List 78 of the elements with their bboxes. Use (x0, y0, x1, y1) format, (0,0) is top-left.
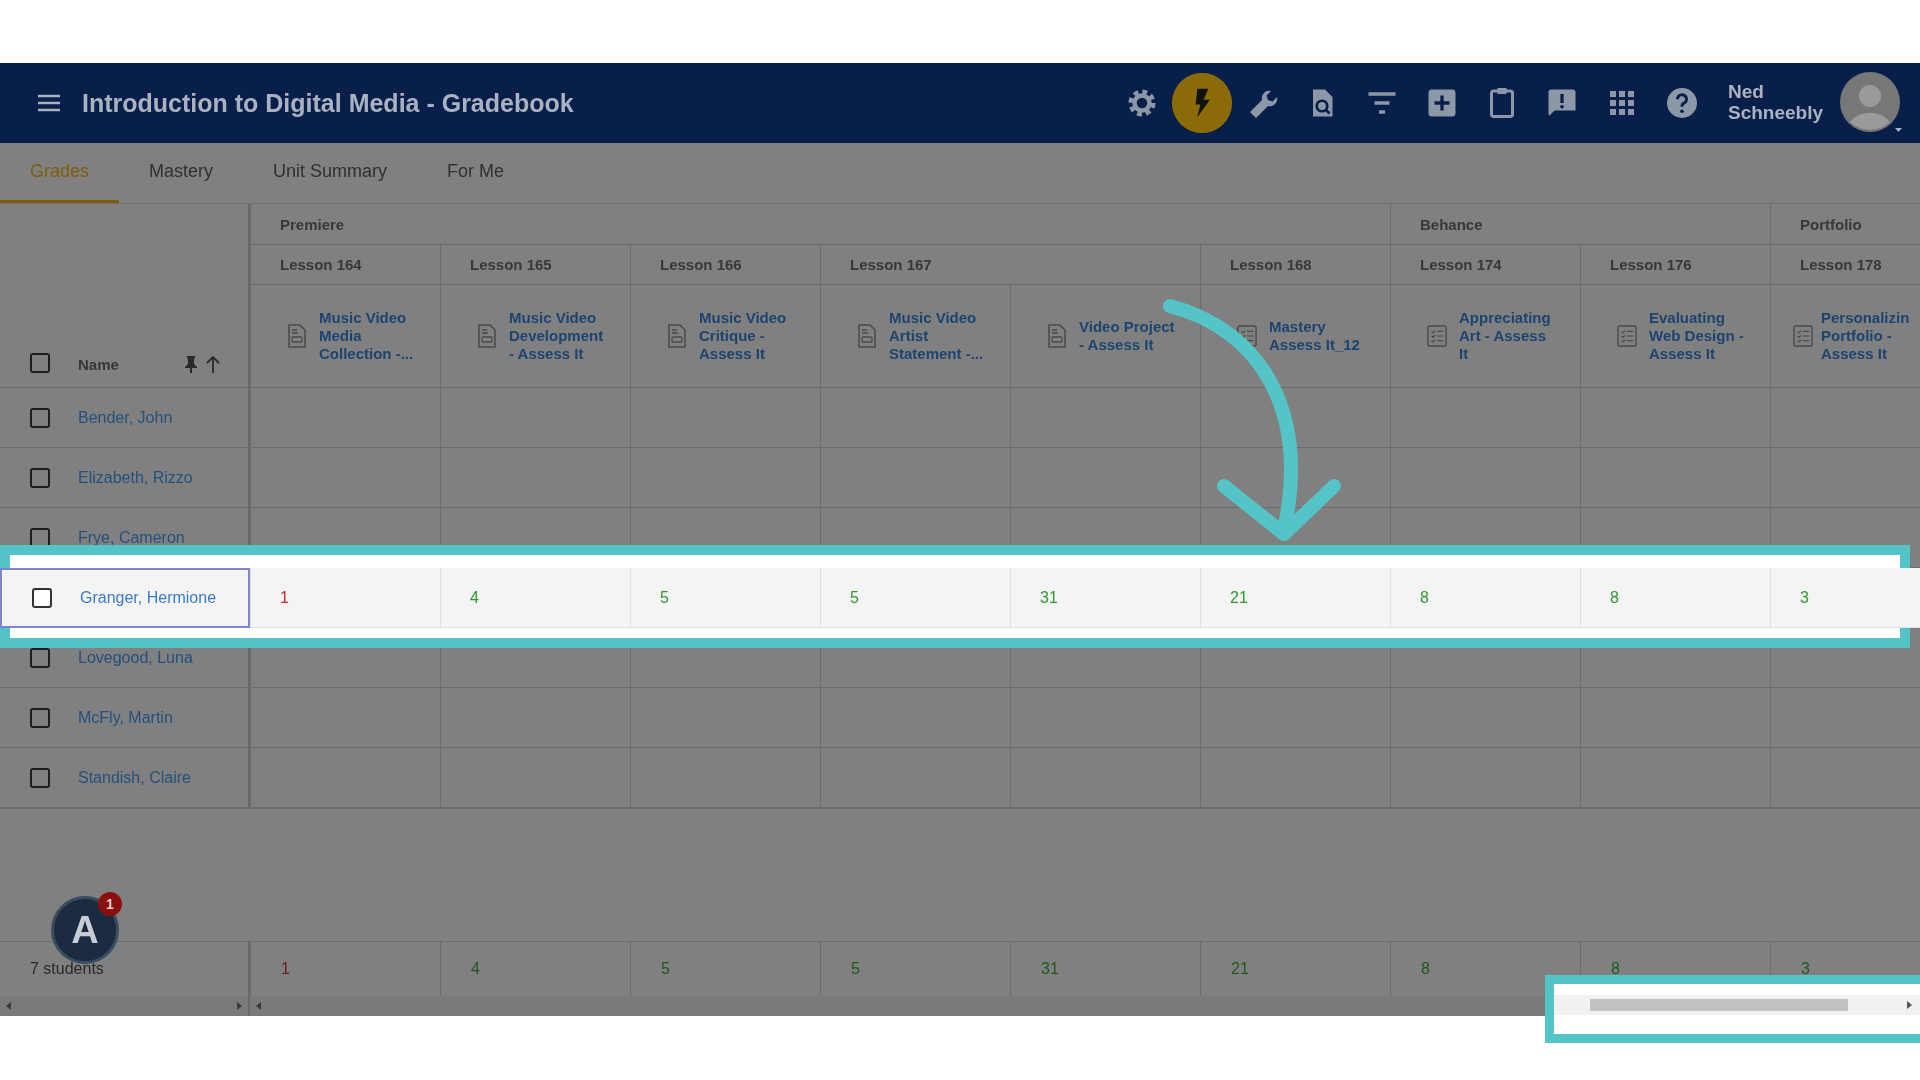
checklist-icon (1427, 324, 1447, 348)
assignment-link[interactable]: Music Video Artist Statement -... (889, 309, 989, 363)
lesson-header: Lesson 164 (280, 256, 362, 273)
assignment-link[interactable]: Video Project - Assess It (1079, 318, 1179, 354)
lesson-header: Lesson 165 (470, 256, 552, 273)
scroll-right-icon[interactable] (1907, 1001, 1912, 1009)
lesson-header: Lesson 167 (850, 256, 932, 273)
checkbox[interactable] (32, 588, 52, 608)
score: 5 (660, 589, 669, 607)
total-score: 3 (1801, 960, 1810, 978)
total-score: 8 (1421, 960, 1430, 978)
lesson-header: Lesson 174 (1420, 256, 1502, 273)
total-score: 5 (851, 960, 860, 978)
total-score: 31 (1041, 960, 1059, 978)
student-name[interactable]: Granger, Hermione (80, 589, 217, 607)
document-icon (667, 324, 687, 348)
student-name[interactable]: Bender, John (78, 409, 173, 427)
avatar-icon[interactable] (1840, 72, 1902, 134)
score: 21 (1230, 589, 1248, 607)
group-header: Premiere (280, 215, 345, 233)
student-name[interactable]: Elizabeth, Rizzo (78, 469, 193, 487)
assignment-link[interactable]: Personalizin Portfolio - Assess It (1821, 309, 1920, 363)
checklist-icon (1617, 324, 1637, 348)
sort-up-icon[interactable] (206, 355, 220, 373)
document-icon (1047, 324, 1067, 348)
score: 3 (1800, 589, 1809, 607)
total-score: 4 (471, 960, 480, 978)
checkbox[interactable] (30, 768, 50, 788)
total-score: 8 (1611, 960, 1620, 978)
select-all-checkbox[interactable] (30, 353, 50, 373)
group-header: Behance (1420, 215, 1483, 233)
student-name[interactable]: Standish, Claire (78, 769, 191, 787)
lesson-header: Lesson 178 (1800, 256, 1882, 273)
score: 8 (1610, 589, 1619, 607)
assignment-link[interactable]: Mastery Assess It_12 (1269, 318, 1369, 354)
user-name[interactable]: Ned Schneebly (1728, 82, 1824, 124)
checkbox[interactable] (30, 468, 50, 488)
score: 31 (1040, 589, 1058, 607)
assignment-link[interactable]: Music Video Development - Assess It (509, 309, 609, 363)
scroll-left-icon[interactable] (256, 1002, 261, 1010)
tab[interactable]: Mastery (119, 143, 244, 203)
lesson-header: Lesson 176 (1610, 256, 1692, 273)
group-header: Portfolio (1800, 215, 1862, 233)
checklist-icon (1237, 324, 1257, 348)
score: 8 (1420, 589, 1429, 607)
tab[interactable]: Unit Summary (243, 143, 418, 203)
lesson-header: Lesson 166 (660, 256, 742, 273)
help-icon[interactable] (1664, 85, 1700, 121)
page-title: Introduction to Digital Media - Gradebook (82, 88, 575, 118)
checkbox[interactable] (30, 708, 50, 728)
student-name[interactable]: McFly, Martin (78, 709, 173, 727)
assignment-link[interactable]: Evaluating Web Design - Assess It (1649, 309, 1749, 363)
document-icon (287, 324, 307, 348)
document-icon (857, 324, 877, 348)
assignment-link[interactable]: Appreciating Art - Assess It (1459, 309, 1559, 363)
column-header[interactable]: Name (78, 356, 119, 373)
selected-name-cell[interactable]: Granger, Hermione (0, 568, 250, 628)
scroll-left-icon[interactable] (6, 1002, 11, 1010)
assignment-link[interactable]: Music Video Critique - Assess It (699, 309, 799, 363)
total-score: 1 (281, 960, 290, 978)
lesson-header: Lesson 168 (1230, 256, 1312, 273)
student-name[interactable]: Lovegood, Luna (78, 649, 193, 667)
student-name[interactable]: Frye, Cameron (78, 529, 185, 547)
checkbox[interactable] (30, 408, 50, 428)
document-icon (477, 324, 497, 348)
score: 4 (470, 589, 479, 607)
score: 5 (850, 589, 859, 607)
total-score: 21 (1231, 960, 1249, 978)
tab[interactable]: For Me (417, 143, 535, 203)
score: 1 (280, 589, 289, 607)
total-score: 5 (661, 960, 670, 978)
assignment-link[interactable]: Music Video Media Collection -... (319, 309, 419, 363)
checklist-icon (1793, 324, 1813, 348)
menu-icon[interactable] (36, 93, 62, 113)
scrollbar-thumb[interactable] (1590, 999, 1848, 1011)
scroll-right-icon[interactable] (237, 1002, 242, 1010)
pin-icon[interactable] (184, 355, 198, 373)
lightning-icon[interactable] (1172, 73, 1232, 133)
